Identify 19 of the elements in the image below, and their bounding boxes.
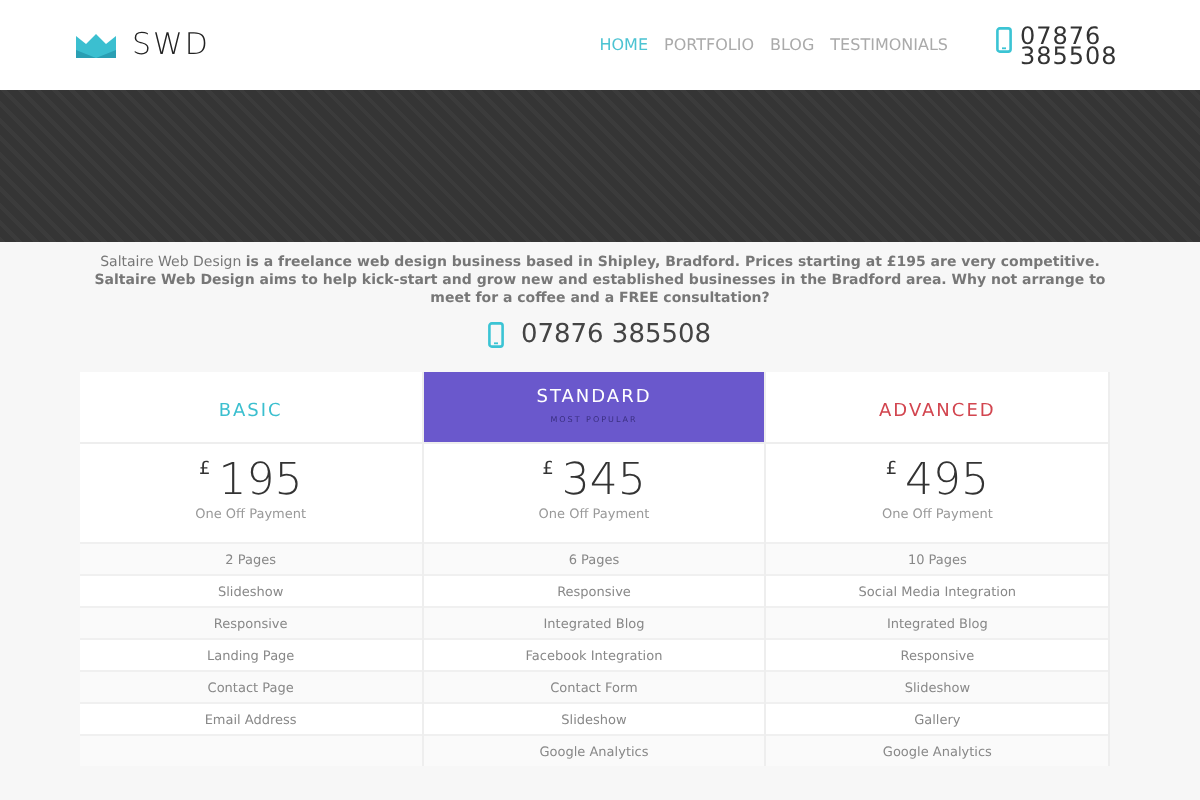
nav-link[interactable]: BLOG: [770, 33, 815, 57]
nav-link[interactable]: TESTIMONIALS: [830, 33, 948, 57]
phone-icon: [488, 322, 505, 349]
nav-link[interactable]: HOME: [599, 33, 649, 57]
currency-symbol: £: [542, 458, 554, 485]
plan-price: 195: [218, 458, 303, 507]
plan-name: ADVANCED: [879, 400, 996, 427]
crown-icon: [76, 33, 116, 57]
currency-symbol: £: [885, 458, 898, 485]
phone-number: 07876 385508: [520, 318, 712, 354]
phone-number: 07876 385508: [1020, 25, 1120, 65]
plan-price: 495: [905, 458, 990, 507]
plan-price: 345: [561, 458, 646, 507]
phone-icon: [996, 25, 1012, 53]
plan-name: BASIC: [218, 400, 283, 427]
nav-link[interactable]: PORTFOLIO: [664, 33, 755, 57]
currency-symbol: £: [198, 458, 211, 485]
logo-text[interactable]: SWD: [132, 22, 210, 68]
plan-name: STANDARD: [536, 386, 652, 413]
